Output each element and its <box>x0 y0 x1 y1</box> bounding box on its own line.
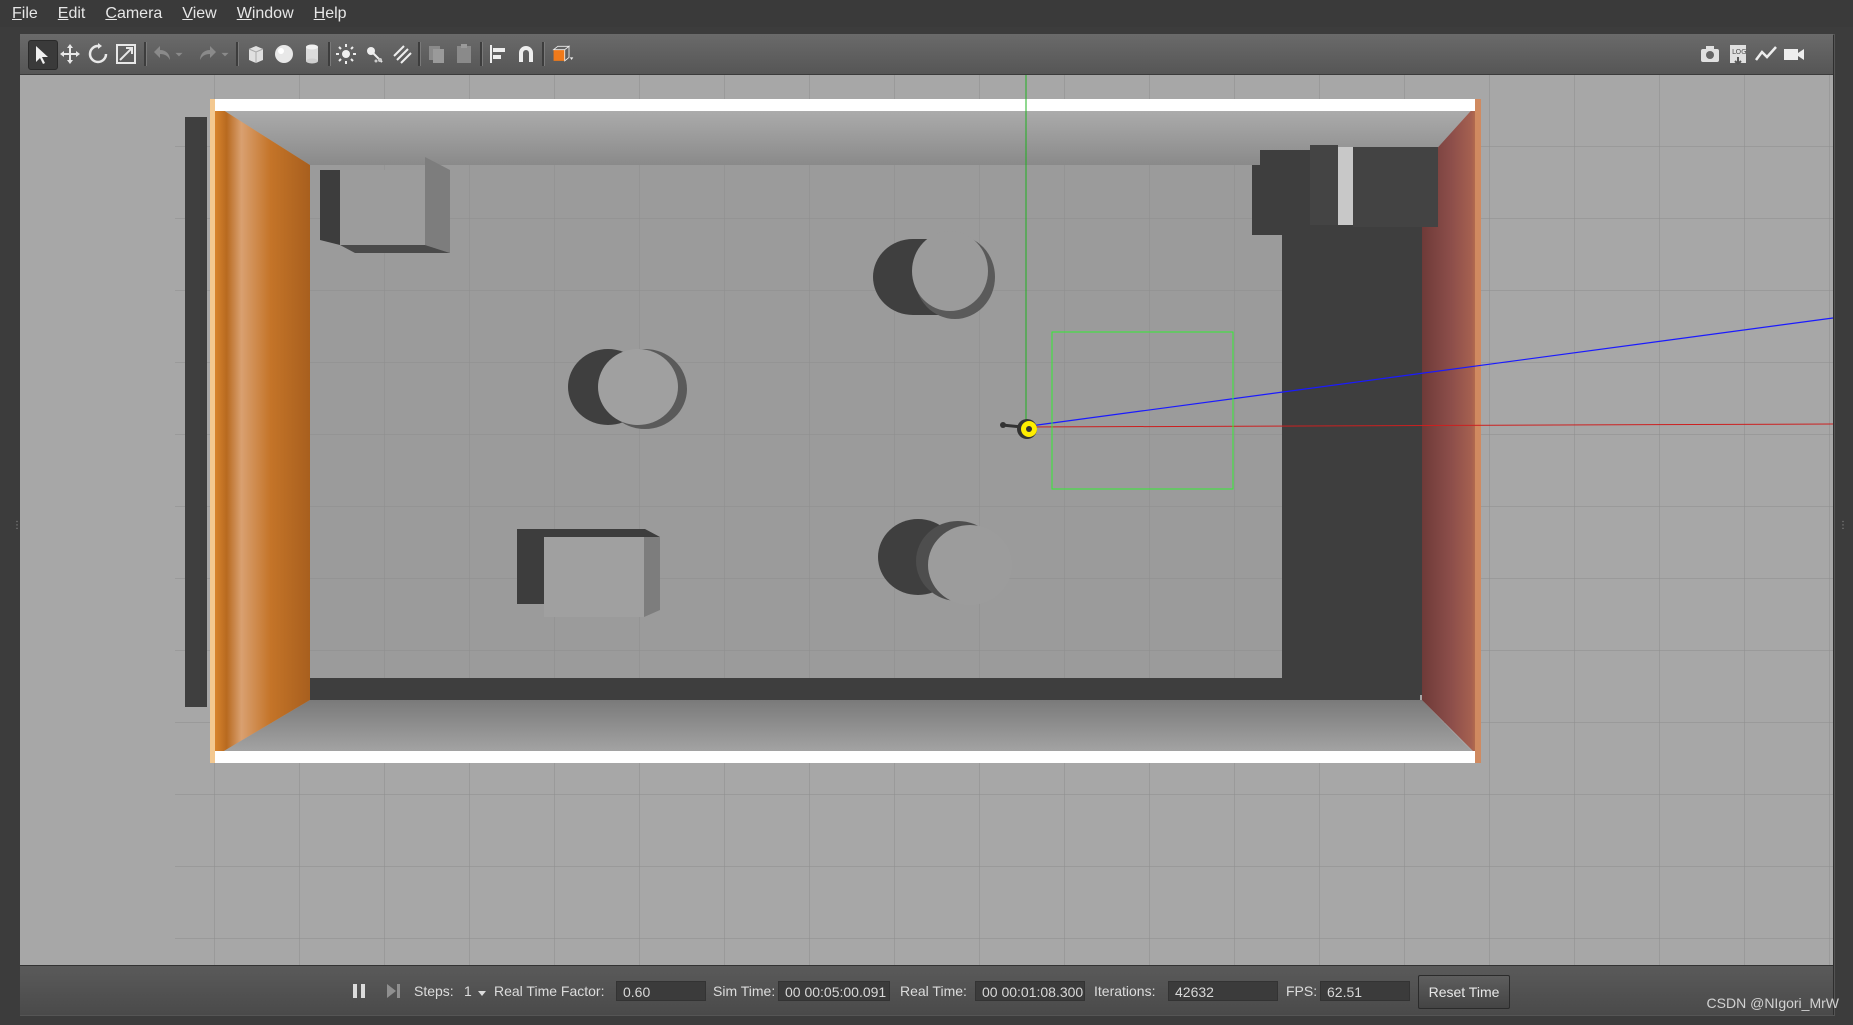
fps-label: FPS: <box>1286 982 1318 999</box>
log-icon[interactable]: LOG <box>1724 40 1752 68</box>
record-video-icon[interactable] <box>1780 40 1808 68</box>
redo-dropdown-icon[interactable] <box>218 40 232 68</box>
snap-icon[interactable] <box>512 40 540 68</box>
screenshot-icon[interactable] <box>1696 40 1724 68</box>
right-dock-handle[interactable]: ⋮ <box>1838 520 1848 534</box>
cylinder-obstacle-2 <box>568 349 687 429</box>
toolbar-separator <box>542 42 545 66</box>
align-icon[interactable] <box>484 40 512 68</box>
sphere-shape-icon[interactable] <box>270 40 298 68</box>
sim-time-field: 00 00:05:00.091 <box>778 981 890 1001</box>
point-light-icon[interactable] <box>332 40 360 68</box>
left-wall-wood <box>212 103 310 758</box>
toolbar-separator <box>328 42 331 66</box>
box-shape-icon[interactable] <box>242 40 270 68</box>
top-wall-edge <box>210 99 1480 111</box>
plot-icon[interactable] <box>1752 40 1780 68</box>
box-obstacle-3-shadow <box>517 529 544 604</box>
rtf-label: Real Time Factor: <box>494 982 605 999</box>
step-button[interactable] <box>384 966 402 1015</box>
reset-time-button[interactable]: Reset Time <box>1418 975 1510 1009</box>
toolbar: LOG <box>20 34 1833 75</box>
svg-text:LOG: LOG <box>1732 48 1747 56</box>
translate-mode-icon[interactable] <box>56 40 84 68</box>
iterations-field: 42632 <box>1168 981 1278 1001</box>
step-icon <box>387 983 400 998</box>
real-time-field: 00 00:01:08.300 <box>975 981 1085 1001</box>
box-obstacle-3-side <box>644 537 660 617</box>
box-obstacle-1-top <box>340 170 425 245</box>
menu-camera[interactable]: Camera <box>105 5 162 23</box>
spot-light-icon[interactable] <box>360 40 388 68</box>
right-wall-edge <box>1475 99 1481 763</box>
menu-file[interactable]: File <box>12 5 38 23</box>
box-obstacle-2-shadow <box>1260 150 1310 220</box>
directional-light-icon[interactable] <box>388 40 416 68</box>
select-mode-icon[interactable] <box>28 40 58 70</box>
cylinder-shape-icon[interactable] <box>298 40 326 68</box>
toolbar-separator <box>144 42 147 66</box>
pause-icon <box>353 983 365 998</box>
scale-mode-icon[interactable] <box>112 40 140 68</box>
scene-render[interactable] <box>20 75 1833 965</box>
real-time-label: Real Time: <box>900 982 967 999</box>
steps-spinner[interactable]: 1 <box>464 966 488 1015</box>
chevron-down-icon <box>477 990 486 996</box>
menu-help[interactable]: Help <box>314 5 347 23</box>
box-obstacle-2-dark <box>1310 145 1338 225</box>
menu-edit[interactable]: Edit <box>58 5 86 23</box>
left-wall-edge <box>210 99 215 763</box>
steps-label: Steps: <box>414 982 454 999</box>
steps-value: 1 <box>464 982 472 999</box>
status-bar: Steps: 1 Real Time Factor: 0.60 Sim Time… <box>20 965 1833 1015</box>
box-obstacle-2-face <box>1338 147 1353 225</box>
bottom-wall-inner <box>212 700 1478 758</box>
bottom-wall-edge <box>210 751 1480 763</box>
rotate-mode-icon[interactable] <box>84 40 112 68</box>
menu-view[interactable]: View <box>182 5 216 23</box>
paste-icon[interactable] <box>450 40 478 68</box>
view-angle-icon[interactable] <box>546 40 580 68</box>
box-obstacle-3-top <box>544 537 644 617</box>
left-wall-shadow <box>185 117 207 707</box>
rtf-field: 0.60 <box>616 981 706 1001</box>
copy-icon[interactable] <box>422 40 450 68</box>
toolbar-separator <box>236 42 239 66</box>
bottom-shadow <box>310 678 1420 700</box>
menu-bar: File Edit Camera View Window Help <box>0 0 1853 27</box>
iterations-label: Iterations: <box>1094 982 1156 999</box>
left-dock-handle[interactable]: ⋮ <box>12 520 22 534</box>
menu-window[interactable]: Window <box>237 5 294 23</box>
scene-viewport[interactable] <box>20 75 1833 965</box>
pause-button[interactable] <box>350 966 368 1015</box>
box-obstacle-1-shadow <box>320 170 340 245</box>
sim-time-label: Sim Time: <box>713 982 776 999</box>
watermark: CSDN @NIgori_MrW <box>1706 995 1839 1011</box>
box-obstacle-1-side <box>425 157 450 253</box>
toolbar-separator <box>418 42 421 66</box>
fps-field: 62.51 <box>1320 981 1410 1001</box>
toolbar-separator <box>480 42 483 66</box>
undo-dropdown-icon[interactable] <box>172 40 186 68</box>
box-obstacle-2-top <box>1353 147 1438 227</box>
room-floor-grid <box>310 155 1310 695</box>
right-shadow <box>1282 155 1422 695</box>
